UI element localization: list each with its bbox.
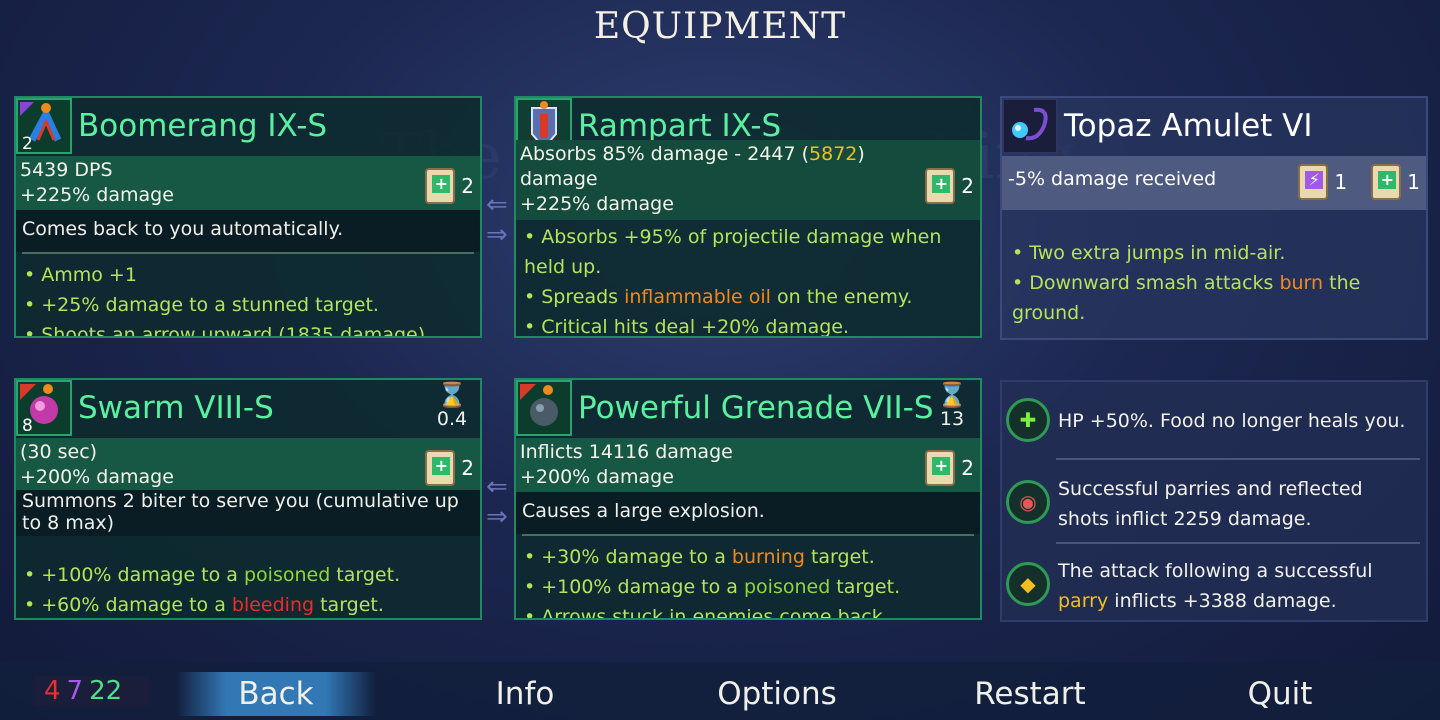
cooldown: ⌛ 13 (932, 382, 972, 430)
scroll-counters: ⚡ 1 +1 (1298, 164, 1420, 200)
swarm-icon: 8 (16, 380, 72, 436)
item-name: Rampart IX-S (578, 108, 782, 144)
skill-card-swarm[interactable]: 8 Swarm VIII-S ⌛ 0.4 (30 sec) +200% dama… (14, 378, 482, 620)
modifier-item: • Absorbs +95% of projectile damage when… (524, 226, 942, 278)
weapon-card-rampart[interactable]: Rampart IX-S Absorbs 85% damage - 2447 (… (514, 96, 982, 338)
modifier-list: • +30% damage to a burning target. • +10… (524, 542, 972, 620)
stats-panel: 5439 DPS +225% damage (16, 156, 480, 210)
page-title: EQUIPMENT (593, 6, 847, 47)
modifier-list: • Two extra jumps in mid-air. • Downward… (1012, 238, 1426, 328)
modifier-item: • +60% damage to a bleeding target. (24, 594, 384, 616)
scroll-icon: + (925, 168, 956, 204)
damage-bonus: +200% damage (520, 466, 674, 488)
stats-panel: Absorbs 85% damage - 2447 (5872) damage … (516, 140, 980, 220)
green-gem-count: 22 (89, 676, 123, 706)
modifier-item: • +30% damage to a burning target. (524, 546, 875, 568)
restart-button[interactable]: Restart (960, 672, 1100, 716)
modifier-list: • Ammo +1 • +25% damage to a stunned tar… (24, 260, 472, 338)
item-name: Powerful Grenade VII-S (578, 390, 934, 426)
quit-button[interactable]: Quit (1230, 672, 1330, 716)
tactics-scroll-icon: ⚡ (1298, 164, 1329, 200)
stack-count: 8 (22, 416, 33, 436)
grenade-icon (516, 380, 572, 436)
gem-counter: 4 7 22 (34, 676, 150, 706)
modifier-item: • Two extra jumps in mid-air. (1012, 242, 1286, 264)
stats-panel: Inflicts 14116 damage +200% damage (516, 438, 980, 492)
amulet-card[interactable]: Topaz Amulet VI -5% damage received ⚡ 1 +… (1000, 96, 1428, 340)
cooldown: ⌛ 0.4 (432, 382, 472, 430)
modifier-item: • Ammo +1 (24, 264, 137, 286)
weapon-card-boomerang[interactable]: 2 Boomerang IX-S 5439 DPS +225% damage +… (14, 96, 482, 338)
divider (22, 252, 474, 254)
survival-scroll-icon: + (1371, 164, 1402, 200)
modifier-list: • +100% damage to a poisoned target. • +… (24, 560, 472, 618)
modifier-item: • +100% damage to a poisoned target. (524, 576, 901, 598)
info-button[interactable]: Info (460, 672, 590, 716)
stats-panel: (30 sec) +200% damage (16, 438, 480, 492)
scroll-counter: +2 (425, 168, 474, 204)
divider (522, 534, 974, 536)
item-name: Swarm VIII-S (78, 390, 274, 426)
mutations-panel: ✚ HP +50%. Food no longer heals you. ◉ S… (1000, 380, 1428, 622)
damage-bonus: +200% damage (20, 466, 174, 488)
scroll-icon: + (425, 168, 456, 204)
red-gem-count: 4 (44, 676, 61, 706)
necromancy-icon: ✚ (1006, 398, 1050, 442)
options-button[interactable]: Options (700, 672, 854, 716)
modifier-item: • Critical hits deal +20% damage. (524, 316, 849, 338)
scroll-counter: +2 (925, 450, 974, 486)
absorb-value-cont: damage (520, 168, 598, 190)
damage-value: Inflicts 14116 damage (520, 441, 733, 463)
divider (1056, 542, 1420, 544)
item-name: Topaz Amulet VI (1064, 108, 1313, 144)
swap-left-arrow-icon[interactable]: ⇐ (486, 192, 508, 218)
modifier-item: • +25% damage to a stunned target. (24, 294, 379, 316)
item-description: Comes back to you automatically. (16, 210, 480, 252)
scroll-counter: +2 (925, 168, 974, 204)
modifier-item: • Downward smash attacks burn the ground… (1012, 272, 1361, 324)
swap-right-arrow-icon[interactable]: ⇒ (486, 222, 508, 248)
hourglass-icon: ⌛ (937, 381, 967, 409)
scroll-icon: + (925, 450, 956, 486)
amulet-icon (1002, 98, 1058, 154)
stack-count: 2 (22, 134, 33, 154)
item-description: Summons 2 biter to serve you (cumulative… (16, 490, 480, 536)
swap-left-arrow-icon[interactable]: ⇐ (486, 474, 508, 500)
parry-icon: ◆ (1006, 562, 1050, 606)
item-description: Causes a large explosion. (516, 492, 980, 534)
modifier-item: • +100% damage to a poisoned target. (24, 564, 401, 586)
modifier-item: • Shoots an arrow upward (1835 damage) (24, 324, 426, 338)
absorb-value: Absorbs 85% damage - 2447 (5872) (520, 143, 865, 165)
hourglass-icon: ⌛ (437, 381, 467, 409)
back-button[interactable]: Back (176, 672, 376, 716)
modifier-item: • Spreads inflammable oil on the enemy. (524, 286, 913, 308)
modifier-list: • Absorbs +95% of projectile damage when… (524, 222, 972, 338)
purple-gem-count: 7 (66, 676, 84, 706)
skill-card-grenade[interactable]: Powerful Grenade VII-S ⌛ 13 Inflicts 141… (514, 378, 982, 620)
swap-right-arrow-icon[interactable]: ⇒ (486, 504, 508, 530)
divider (1056, 458, 1420, 460)
damage-bonus: +225% damage (20, 184, 174, 206)
scroll-icon: + (425, 450, 456, 486)
scroll-counter: +2 (425, 450, 474, 486)
boomerang-icon: 2 (16, 98, 72, 154)
counterattack-icon: ◉ (1006, 480, 1050, 524)
item-name: Boomerang IX-S (78, 108, 328, 144)
dps-value: 5439 DPS (20, 159, 113, 181)
modifier-item: • Arrows stuck in enemies come back (524, 606, 883, 620)
duration-value: (30 sec) (20, 441, 98, 463)
damage-bonus: +225% damage (520, 193, 674, 215)
